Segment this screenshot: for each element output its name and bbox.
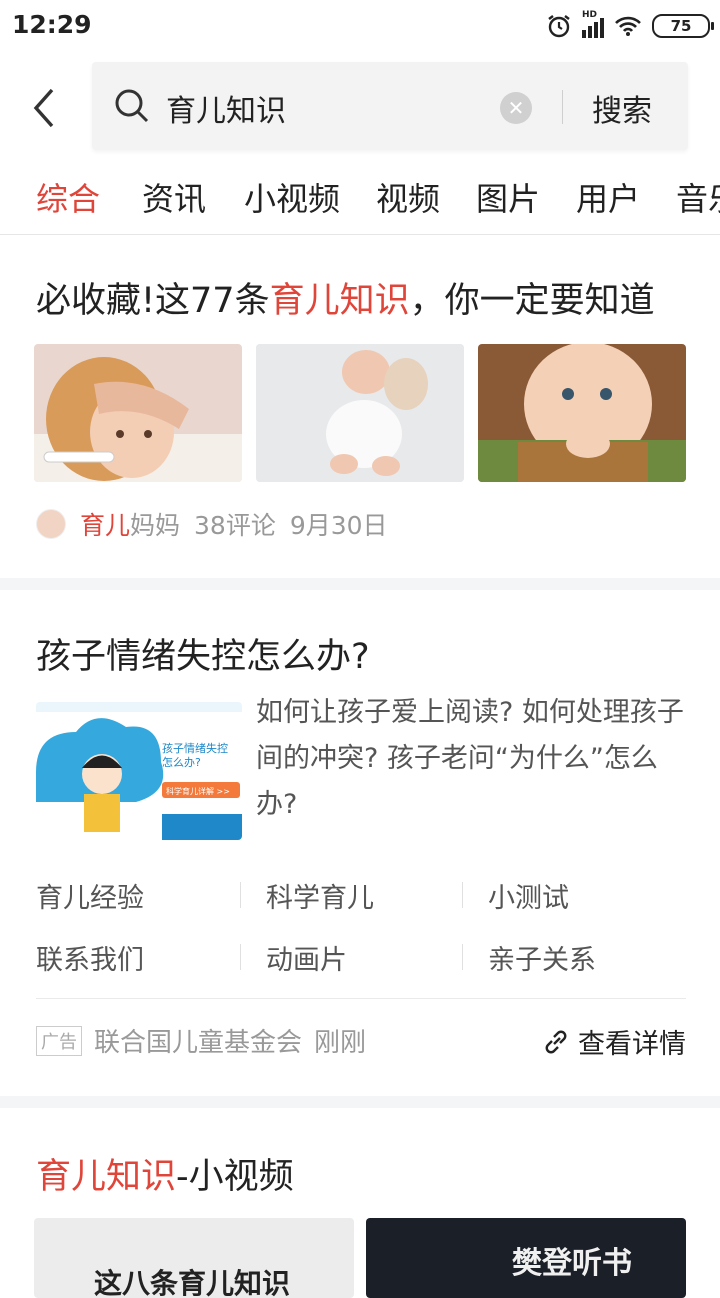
search-divider (562, 90, 563, 124)
video-caption: 樊登听书 (512, 1246, 632, 1281)
ad-link-contact-us[interactable]: 联系我们 (36, 938, 144, 977)
clear-search-icon[interactable]: ✕ (500, 92, 532, 124)
tab-all[interactable]: 综合 (36, 174, 100, 220)
article-thumbnail[interactable] (478, 344, 686, 482)
ad-divider (36, 998, 686, 999)
ad-badge: 广告 (36, 1025, 82, 1056)
comment-count: 38评论 (194, 511, 276, 540)
link-icon (545, 1030, 567, 1053)
tab-users[interactable]: 用户 (576, 174, 640, 220)
view-details-label: 查看详情 (578, 1029, 686, 1060)
ad-image[interactable]: 孩子情绪失控 怎么办? 科学育儿详解 >> (36, 702, 242, 840)
tab-music[interactable]: 音乐 (676, 174, 720, 220)
ad-link-parent-child[interactable]: 亲子关系 (488, 938, 596, 977)
view-details-button[interactable]: 查看详情 (542, 1022, 686, 1061)
link-divider (462, 944, 463, 970)
short-video-section: 育儿知识-小视频 这八条育儿知识 樊登听书 (0, 1108, 720, 1298)
ad-time: 刚刚 (314, 1028, 367, 1058)
ad-title[interactable]: 孩子情绪失控怎么办? (36, 628, 370, 679)
section-title[interactable]: 育儿知识-小视频 (36, 1148, 294, 1199)
article-card[interactable]: 必收藏!这77条育儿知识，你一定要知道 育儿妈妈 38评论 9月30日 (0, 236, 720, 576)
network-label: HD (582, 10, 598, 20)
category-tabs: 综合 资讯 小视频 视频 图片 用户 音乐 (0, 162, 720, 235)
wifi-icon (615, 16, 641, 36)
ad-description[interactable]: 如何让孩子爱上阅读? 如何处理孩子间的冲突? 孩子老问“为什么”怎么办? (256, 690, 686, 828)
article-thumbnail[interactable] (34, 344, 242, 482)
ad-footer: 广告 联合国儿童基金会 刚刚 (36, 1022, 366, 1059)
status-icons: HD 75 (546, 10, 714, 42)
svg-text:孩子情绪失控: 孩子情绪失控 (162, 741, 228, 755)
alarm-icon (548, 15, 570, 38)
search-button[interactable]: 搜索 (592, 86, 652, 130)
ad-link-parenting-experience[interactable]: 育儿经验 (36, 876, 144, 915)
tab-video[interactable]: 视频 (376, 174, 440, 220)
ad-link-scientific-parenting[interactable]: 科学育儿 (266, 876, 374, 915)
video-caption: 这八条育儿知识 (94, 1267, 291, 1298)
signal-icon: HD (582, 10, 604, 38)
section-separator (0, 1096, 720, 1108)
ad-link-animation[interactable]: 动画片 (266, 938, 347, 977)
search-icon (115, 89, 149, 123)
tab-news[interactable]: 资讯 (142, 174, 206, 220)
video-thumbnail[interactable]: 樊登听书 (366, 1218, 686, 1298)
battery-indicator: 75 (652, 14, 714, 38)
link-divider (240, 944, 241, 970)
section-separator (0, 578, 720, 590)
status-bar: 12:29 HD 75 (0, 0, 720, 52)
back-arrow-icon[interactable] (28, 86, 64, 130)
link-divider (240, 882, 241, 908)
article-meta: 育儿妈妈 38评论 9月30日 (36, 506, 388, 542)
ad-card[interactable]: 孩子情绪失控怎么办? 孩子情绪失控 怎么办? 科学育儿详解 >> 如何让孩子爱上… (0, 590, 720, 1096)
svg-text:科学育儿详解 >>: 科学育儿详解 >> (166, 786, 230, 796)
ad-source[interactable]: 联合国儿童基金会 (94, 1022, 302, 1059)
svg-text:怎么办?: 怎么办? (162, 755, 201, 769)
article-title[interactable]: 必收藏!这77条育儿知识，你一定要知道 (36, 272, 655, 323)
publish-date: 9月30日 (289, 511, 388, 540)
search-bar: 育儿知识 ✕ 搜索 (0, 58, 720, 158)
author-avatar[interactable] (36, 509, 66, 539)
search-box[interactable]: 育儿知识 ✕ 搜索 (92, 62, 688, 150)
status-time: 12:29 (12, 10, 92, 39)
video-thumbnail[interactable]: 这八条育儿知识 (34, 1218, 354, 1298)
author-name[interactable]: 育儿妈妈 (80, 506, 180, 542)
search-input[interactable]: 育儿知识 (166, 86, 286, 130)
tab-images[interactable]: 图片 (476, 174, 540, 220)
link-divider (462, 882, 463, 908)
ad-link-quiz[interactable]: 小测试 (488, 876, 569, 915)
article-thumbnail[interactable] (256, 344, 464, 482)
tab-short-video[interactable]: 小视频 (244, 174, 340, 220)
